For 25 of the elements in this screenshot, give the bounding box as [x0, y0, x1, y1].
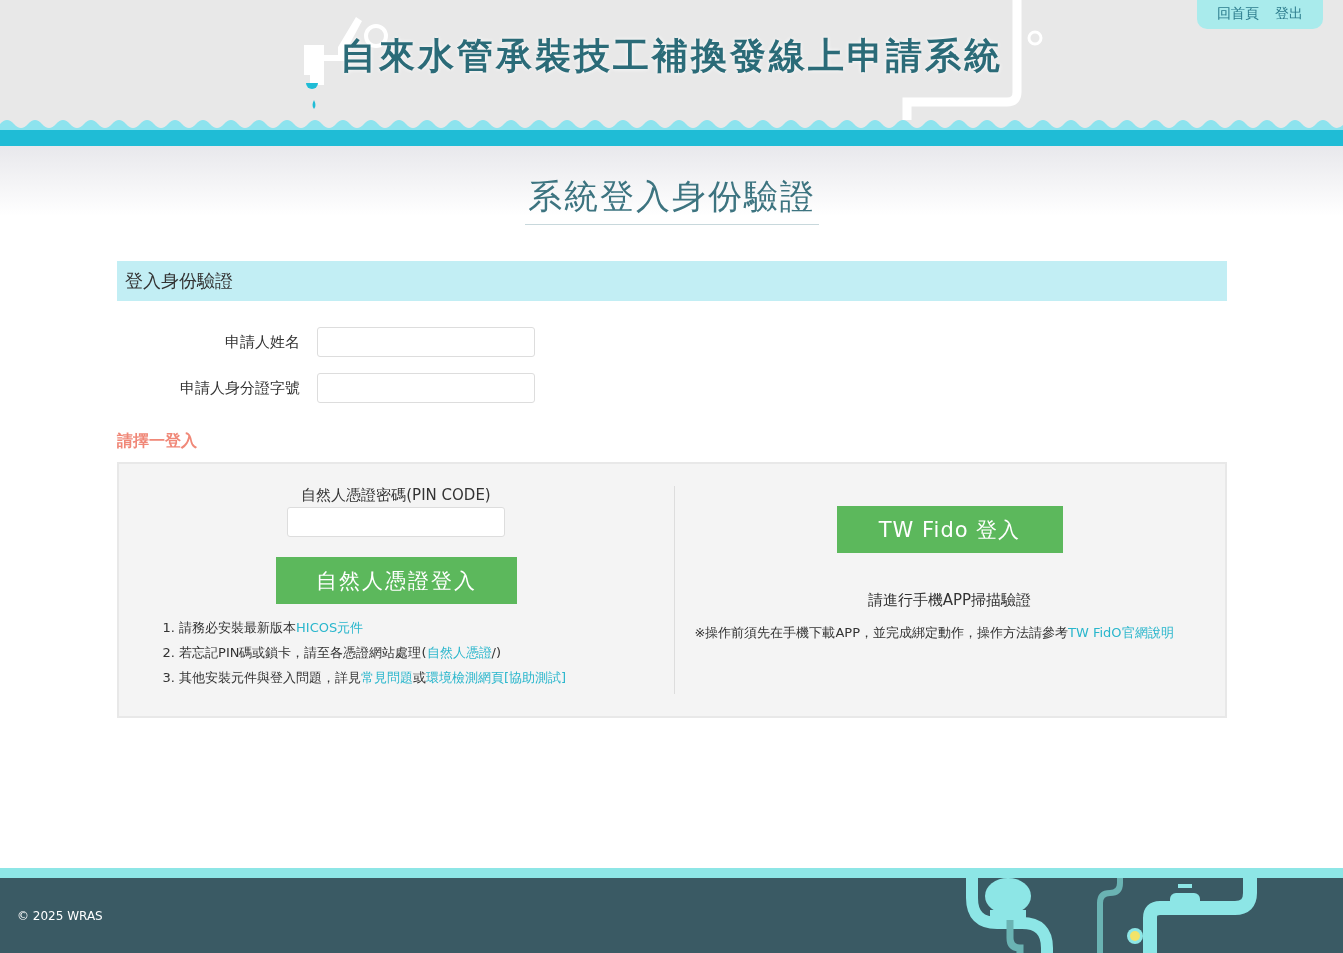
site-title: 自來水管承裝技工補換發線上申請系統: [339, 34, 1004, 78]
section-title: 登入身份驗證: [124, 269, 233, 293]
help-link[interactable]: TW FidO官網說明: [1067, 625, 1174, 640]
input-field[interactable]: [316, 327, 535, 357]
note-text: 1. 請務必安裝最新版本HICOS元件: [162, 619, 365, 637]
help-link[interactable]: HICOS元件: [296, 620, 364, 635]
nav-link[interactable]: 登出: [1275, 5, 1303, 23]
fido-login-button[interactable]: TW Fido 登入: [836, 506, 1063, 553]
nav-link[interactable]: 回首頁: [1217, 5, 1259, 23]
copyright-text: © 2025 WRAS: [17, 908, 103, 923]
page-heading: 系統登入身份驗證: [524, 174, 819, 225]
certificate-login-button[interactable]: 自然人憑證登入: [275, 557, 517, 604]
field-label: 自然人憑證密碼(PIN CODE): [301, 486, 491, 505]
help-link[interactable]: 環境檢測網頁[協助測試]: [426, 670, 567, 685]
note-text: 2. 若忘記PIN碼或鎖卡，請至各憑證網站處理(自然人憑證/): [162, 644, 502, 662]
help-link[interactable]: 常見問題: [361, 670, 414, 685]
note-text: ※操作前須先在手機下載APP，並完成綁定動作，操作方法請參考TW FidO官網說明: [694, 624, 1175, 641]
help-link[interactable]: 自然人憑證: [426, 645, 492, 660]
choose-prompt: 請擇一登入: [116, 431, 198, 452]
input-field[interactable]: [316, 373, 535, 403]
pin-input-field[interactable]: [287, 507, 505, 537]
note-text: 3. 其他安裝元件與登入問題，詳見常見問題或環境檢測網頁[協助測試]: [162, 669, 567, 687]
field-label: 申請人姓名: [223, 332, 301, 352]
instruction-text: 請進行手機APP掃描驗證: [867, 591, 1032, 610]
field-label: 申請人身分證字號: [178, 378, 301, 398]
